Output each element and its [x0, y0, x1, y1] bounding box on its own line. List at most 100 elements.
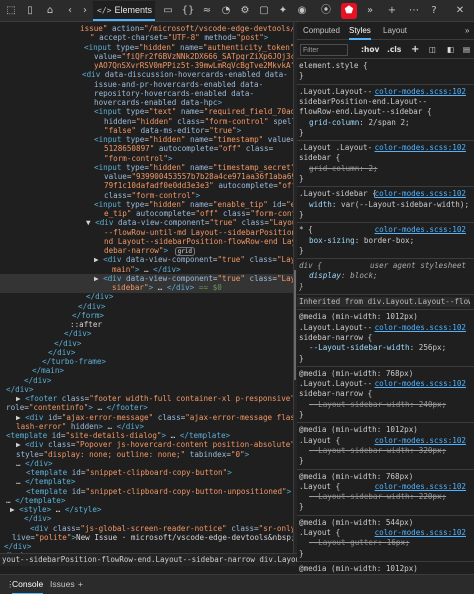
style-selector[interactable]: } [297, 354, 470, 364]
style-selector[interactable]: } [297, 456, 470, 466]
source-link[interactable]: color-modes.scss:102 [375, 528, 466, 538]
network-icon[interactable]: ≈ [199, 3, 215, 19]
dom-scrollbar[interactable] [294, 270, 296, 380]
source-link[interactable]: color-modes.scss:102 [375, 379, 466, 389]
style-selector[interactable]: @media (min-width: 1012px) [297, 564, 470, 574]
new-style-rule-button[interactable]: + [411, 44, 419, 56]
source-link[interactable]: color-modes.scss:102 [375, 323, 466, 333]
tab-elements[interactable]: </> Elements [93, 1, 155, 21]
subtabs-more-icon[interactable]: » [465, 22, 469, 40]
sources-icon[interactable]: {} [180, 3, 196, 19]
style-selector[interactable]: @media (min-width: 1012px) [297, 425, 470, 435]
style-selector[interactable]: } [297, 549, 470, 559]
lighthouse-icon[interactable]: ✦ [275, 3, 291, 19]
style-selector[interactable]: .Layout .Layout-color-modes.scss:102 [297, 143, 470, 153]
rule-separator [297, 422, 474, 424]
style-selector[interactable]: .Layout.Layout-- color-modes.scss:102 [297, 323, 470, 333]
style-selector[interactable]: @media (min-width: 544px) [297, 518, 470, 528]
source-link[interactable]: color-modes.scss:102 [375, 225, 466, 235]
styles-subtabs: Computed Styles Layout » [297, 22, 474, 40]
tab-styles[interactable]: Styles [349, 22, 371, 40]
color-format-icon[interactable]: ◧ [447, 44, 454, 56]
close-icon[interactable]: ✕ [452, 3, 468, 19]
inspect-icon[interactable]: ⬚ [3, 3, 19, 19]
style-declaration[interactable]: --Layout-sidebar-width: 256px; [297, 343, 470, 353]
source-link[interactable]: color-modes.scss:102 [375, 482, 466, 492]
source-link[interactable]: color-modes.scss:102 [375, 143, 466, 153]
rule-separator [297, 83, 474, 85]
style-selector[interactable]: } [297, 282, 470, 292]
device-toolbar-icon[interactable]: ▯ [22, 3, 38, 19]
style-selector[interactable]: .Layout {color-modes.scss:102 [297, 528, 470, 538]
dom-tree[interactable]: issue" action="/microsoft/vscode-edge-de… [0, 22, 293, 553]
style-selector[interactable]: } [297, 174, 470, 184]
source-link[interactable]: color-modes.scss:102 [375, 189, 466, 199]
style-selector[interactable]: .Layout {color-modes.scss:102 [297, 482, 470, 492]
style-declaration[interactable]: grid-column: 2; [297, 164, 470, 174]
style-declaration[interactable]: --Layout-sidebar-width: 220px; [297, 492, 470, 502]
style-selector[interactable]: } [297, 210, 470, 220]
rule-separator [297, 365, 474, 367]
style-declaration[interactable]: grid-column: 2/span 2; [297, 118, 470, 128]
style-selector[interactable]: .Layout.Layout-- color-modes.scss:102 [297, 87, 470, 97]
help-icon[interactable]: ? [426, 3, 442, 19]
drawer-add-tab-icon[interactable]: + [78, 575, 83, 594]
performance-icon[interactable]: ◔ [218, 3, 234, 19]
home-icon[interactable]: ⌂ [42, 3, 58, 19]
style-declaration[interactable]: --Layout-sidebar-width: 240px; [297, 400, 470, 410]
sidebar-toggle-icon[interactable]: ▤ [463, 44, 470, 56]
style-selector[interactable]: .Layout.Layout-- color-modes.scss:102 [297, 379, 470, 389]
style-selector[interactable]: element.style { [297, 61, 470, 71]
inherited-header[interactable]: Inherited from div.Layout.Layout--flowR… [297, 297, 470, 307]
style-selector[interactable]: @media (min-width: 768px) [297, 369, 470, 379]
memory-icon[interactable]: ⚙ [237, 3, 253, 19]
style-selector[interactable]: sidebar-narrow { [297, 333, 470, 343]
style-selector[interactable]: .Layout {color-modes.scss:102 [297, 436, 470, 446]
style-declaration[interactable]: display: block; [297, 271, 470, 281]
style-selector[interactable]: sidebarPosition-end.Layout-- [297, 97, 470, 107]
style-selector[interactable]: @media (min-width: 768px) [297, 472, 470, 482]
style-selector[interactable]: .Layout-sidebar {color-modes.scss:102 [297, 189, 470, 199]
style-selector[interactable]: div {user agent stylesheet [297, 261, 470, 271]
rule-separator [297, 258, 474, 260]
hov-button[interactable]: :hov [361, 44, 379, 56]
style-selector[interactable]: } [297, 71, 470, 81]
tab-elements-label: Elements [114, 5, 152, 15]
style-selector[interactable]: sidebar-narrow { [297, 389, 470, 399]
cls-button[interactable]: .cls [387, 44, 401, 56]
style-selector[interactable]: * {color-modes.scss:102 [297, 225, 470, 235]
style-selector[interactable]: } [297, 246, 470, 256]
more-tools-icon[interactable]: » [362, 3, 378, 19]
style-selector[interactable]: } [297, 128, 470, 138]
style-declaration[interactable]: width: var(--Layout-sidebar-width); [297, 200, 470, 210]
performance-insights-icon[interactable]: ⦿ [318, 3, 334, 19]
issues-icon[interactable]: ⬟ [341, 3, 357, 19]
drawer: ⋮ Console Issues + [0, 574, 474, 594]
security-icon[interactable]: ◉ [294, 3, 310, 19]
more-options-icon[interactable]: ⋯ [406, 3, 422, 19]
tab-issues[interactable]: Issues [50, 575, 75, 594]
style-declaration[interactable]: box-sizing: border-box; [297, 236, 470, 246]
style-selector[interactable]: } [297, 410, 470, 420]
rule-separator [297, 309, 474, 311]
source-link[interactable]: color-modes.scss:102 [375, 87, 466, 97]
style-declaration[interactable]: --Layout-sidebar-width: 320px; [297, 446, 470, 456]
style-selector[interactable]: @media (min-width: 1012px) [297, 312, 470, 322]
tab-layout[interactable]: Layout [383, 22, 407, 40]
style-selector[interactable]: sidebar { [297, 153, 470, 163]
add-tool-icon[interactable]: + [384, 3, 400, 19]
tab-computed[interactable]: Computed [303, 22, 340, 40]
chevron-left-icon[interactable]: ‹ [62, 3, 78, 19]
chevron-right-icon[interactable]: › [77, 3, 93, 19]
application-icon[interactable]: ▢ [256, 3, 272, 19]
rule-separator [297, 140, 474, 142]
computed-toggle-icon[interactable]: ◫ [429, 44, 436, 56]
filter-input[interactable] [300, 44, 348, 56]
style-declaration[interactable]: --Layout-gutter: 16px; [297, 538, 470, 548]
tab-console[interactable]: Console [12, 575, 44, 594]
style-selector[interactable]: flowRow-end.Layout--sidebar { [297, 107, 470, 117]
console-icon[interactable]: ▭ [160, 3, 176, 19]
breadcrumb[interactable]: yout--sidebarPosition-flowRow-end.Layout… [0, 553, 297, 566]
style-selector[interactable]: } [297, 502, 470, 512]
source-link[interactable]: color-modes.scss:102 [375, 436, 466, 446]
